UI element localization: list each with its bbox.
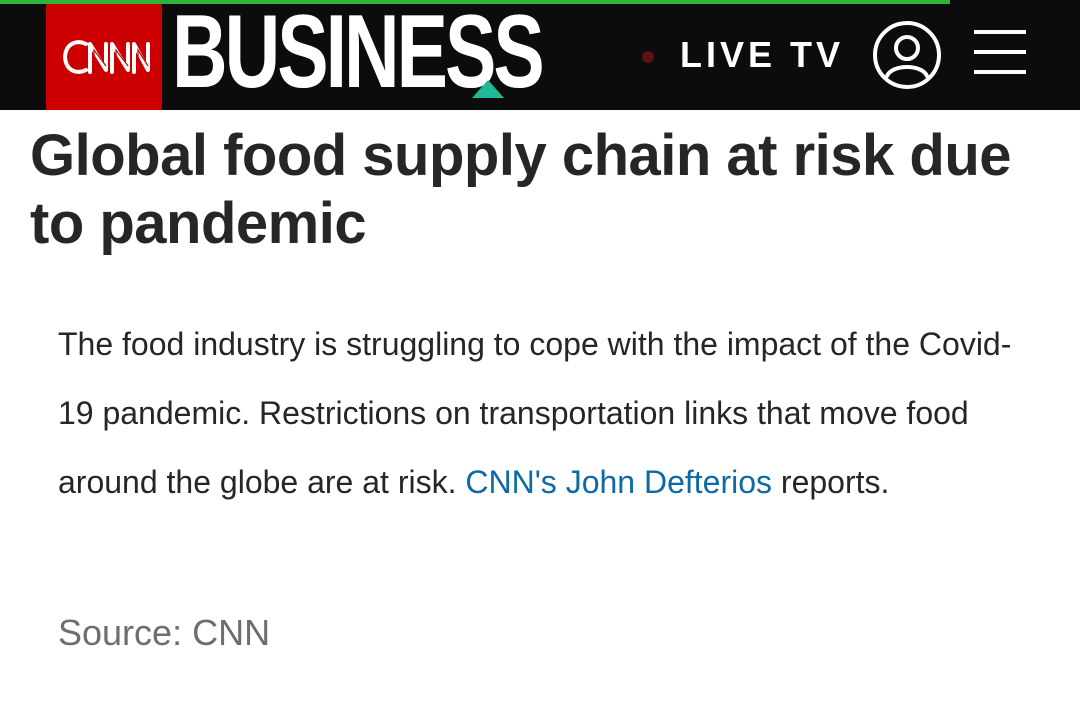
article-headline: Global food supply chain at risk due to … bbox=[30, 123, 1012, 256]
live-tv-link[interactable]: LIVE TV bbox=[680, 35, 844, 75]
cnn-logo-icon bbox=[63, 40, 150, 74]
hamburger-menu-icon[interactable] bbox=[974, 26, 1026, 78]
article-body-text-end: reports. bbox=[772, 464, 890, 500]
user-profile-icon[interactable] bbox=[872, 20, 942, 90]
article-body: The food industry is struggling to cope … bbox=[58, 310, 1038, 517]
article-source: Source: CNN bbox=[58, 612, 271, 653]
live-indicator-dot-icon bbox=[642, 51, 654, 63]
site-header: BUSINESS LIVE TV bbox=[0, 0, 1080, 110]
author-link[interactable]: CNN's John Defterios bbox=[465, 464, 772, 500]
triangle-accent-icon bbox=[472, 80, 504, 98]
cnn-logo[interactable] bbox=[46, 4, 162, 110]
